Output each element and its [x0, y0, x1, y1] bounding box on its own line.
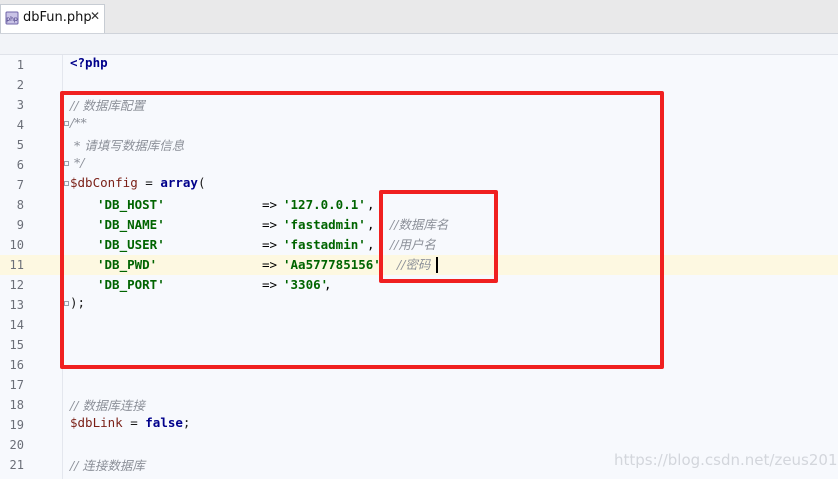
- code-token: $dbLink: [70, 415, 123, 430]
- code-line[interactable]: 1 <?php: [0, 55, 838, 75]
- code-token: false: [145, 415, 183, 430]
- code-text: // 连接数据库: [70, 455, 145, 475]
- code-line[interactable]: 19 $dbLink = false;: [0, 415, 838, 435]
- highlight-box-comments: [379, 190, 498, 283]
- line-number: 16: [9, 358, 24, 372]
- editor-toolbar: [0, 34, 838, 55]
- line-number: 15: [9, 338, 24, 352]
- tab-bar: php dbFun.php ✕: [0, 0, 838, 34]
- highlight-box-config: [60, 91, 664, 369]
- line-number: 6: [16, 158, 24, 172]
- line-number: 7: [16, 178, 24, 192]
- svg-text:php: php: [6, 16, 18, 23]
- code-line[interactable]: 18 // 数据库连接: [0, 395, 838, 415]
- line-number: 14: [9, 318, 24, 332]
- line-number: 17: [9, 378, 24, 392]
- watermark: https://blog.csdn.net/zeus2018: [614, 451, 838, 469]
- line-number: 4: [16, 118, 24, 132]
- code-token: ;: [182, 415, 191, 430]
- code-token: <?php: [70, 55, 108, 70]
- line-number: 20: [9, 438, 24, 452]
- line-number: 21: [9, 458, 24, 472]
- line-number: 5: [16, 138, 24, 152]
- line-number: 3: [16, 98, 24, 112]
- close-icon[interactable]: ✕: [90, 9, 100, 23]
- code-token: // 连接数据库: [70, 458, 145, 473]
- tab-title: dbFun.php: [23, 10, 92, 25]
- php-file-icon: php: [5, 11, 19, 25]
- line-number: 11: [9, 258, 24, 272]
- line-number: 18: [9, 398, 24, 412]
- line-number: 2: [16, 78, 24, 92]
- code-token: // 数据库连接: [70, 398, 145, 413]
- line-number: 9: [16, 218, 24, 232]
- line-number: 19: [9, 418, 24, 432]
- code-token: =: [122, 415, 146, 430]
- tab-dbfun-php[interactable]: php dbFun.php ✕: [0, 4, 105, 33]
- code-line[interactable]: 17: [0, 375, 838, 395]
- line-number: 1: [16, 58, 24, 72]
- code-text: <?php: [70, 55, 108, 75]
- line-number: 8: [16, 198, 24, 212]
- code-text: // 数据库连接: [70, 395, 145, 415]
- line-number: 12: [9, 278, 24, 292]
- line-number: 10: [9, 238, 24, 252]
- code-text: $dbLink = false;: [70, 415, 190, 435]
- line-number: 13: [9, 298, 24, 312]
